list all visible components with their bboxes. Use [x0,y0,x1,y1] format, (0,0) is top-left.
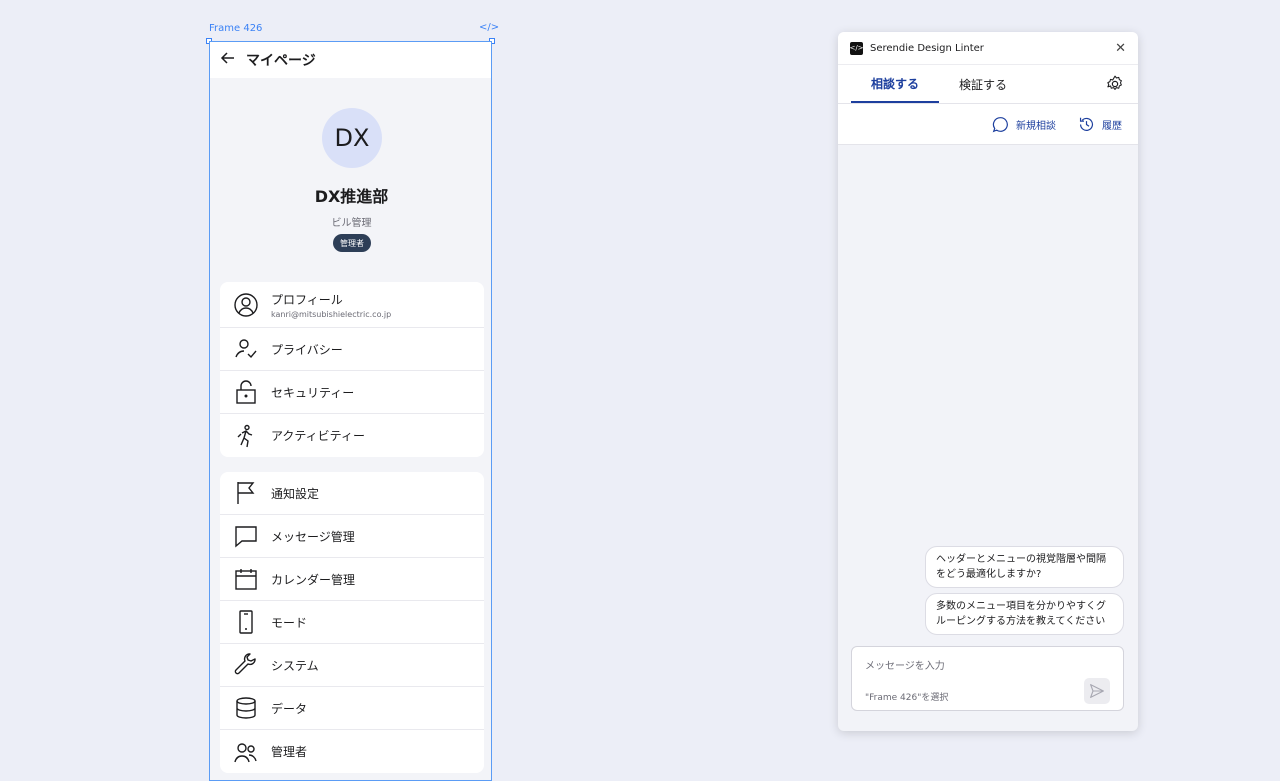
chat-bubble-icon [992,116,1008,132]
plugin-header: </> Serendie Design Linter ✕ [838,32,1138,65]
action-bar: 新規相談 履歴 [838,104,1138,145]
menu-label: データ [271,701,308,716]
back-arrow-icon[interactable] [220,50,236,71]
message-input-placeholder: メッセージを入力 [865,661,945,672]
menu-item-security[interactable]: セキュリティー [220,371,484,414]
tab-verify[interactable]: 検証する [939,65,1027,103]
menu-sublabel-email: kanri@mitsubishielectric.co.jp [271,309,392,319]
users-icon [233,739,259,765]
menu-item-notifications[interactable]: 通知設定 [220,472,484,515]
menu-item-profile[interactable]: プロフィール kanri@mitsubishielectric.co.jp [220,282,484,328]
menu-label: 通知設定 [271,486,320,501]
send-icon [1090,684,1104,698]
phone-icon [233,609,259,635]
running-icon [233,423,259,449]
menu-label: モード [271,615,308,630]
new-consult-button[interactable]: 新規相談 [992,116,1056,133]
menu-item-privacy[interactable]: プライバシー [220,328,484,371]
plugin-logo-icon: </> [849,41,864,55]
menu-label: 管理者 [271,745,308,759]
menu-item-system[interactable]: システム [220,644,484,687]
role-badge: 管理者 [333,234,371,252]
menu-item-activity[interactable]: アクティビティー [220,414,484,457]
menu-label: プライバシー [271,342,343,357]
tab-consult[interactable]: 相談する [851,65,940,103]
history-label: 履歴 [1102,120,1122,132]
menu-label: プロフィール [271,292,343,307]
menu-item-mode[interactable]: モード [220,601,484,644]
database-icon [233,695,259,721]
menu-item-calendar[interactable]: カレンダー管理 [220,558,484,601]
avatar: DX [322,108,382,168]
calendar-icon [233,566,259,592]
history-button[interactable]: 履歴 [1078,116,1122,133]
flag-icon [233,480,259,506]
lock-open-icon [233,379,259,405]
message-input[interactable]: メッセージを入力 "Frame 426"を選択 [851,646,1124,711]
frame-label[interactable]: Frame 426 [209,23,262,34]
menu-item-messages[interactable]: メッセージ管理 [220,515,484,558]
suggestion-chip[interactable]: 多数のメニュー項目を分かりやすくグルーピングする方法を教えてください [925,593,1124,635]
user-circle-icon [233,292,259,318]
person-check-icon [233,336,259,362]
chat-icon [233,523,259,549]
plugin-name: Serendie Design Linter [870,42,984,54]
page-title: マイページ [246,53,316,69]
org-subtitle: ビル管理 [331,218,372,229]
new-consult-label: 新規相談 [1016,120,1056,132]
menu-group-account: プロフィール kanri@mitsubishielectric.co.jp プラ… [220,282,484,457]
menu-label: メッセージ管理 [271,529,355,544]
menu-label: システム [271,658,319,673]
selected-frame[interactable]: マイページ DX DX推進部 ビル管理 管理者 プロフィール kanri@mit… [209,41,492,781]
code-tag-icon[interactable]: </> [479,22,499,33]
menu-label: アクティビティー [271,429,365,443]
selection-context: "Frame 426"を選択 [865,693,949,703]
plugin-panel: </> Serendie Design Linter ✕ 相談する 検証する 新… [838,32,1138,731]
menu-item-admin[interactable]: 管理者 [220,730,484,773]
menu-label: カレンダー管理 [271,572,356,587]
close-icon[interactable]: ✕ [1115,41,1126,56]
history-icon [1079,117,1094,131]
menu-item-data[interactable]: データ [220,687,484,730]
tab-bar: 相談する 検証する [838,65,1138,104]
frame-header: マイページ [210,42,491,78]
wrench-icon [233,652,259,678]
org-name: DX推進部 [314,187,389,206]
send-button[interactable] [1084,678,1110,704]
gear-icon[interactable] [1106,75,1124,93]
menu-label: セキュリティー [271,385,355,400]
suggestion-chip[interactable]: ヘッダーとメニューの視覚階層や間隔をどう最適化しますか? [925,546,1124,588]
menu-group-settings: 通知設定 メッセージ管理 カレンダー管理 モード システム データ 管理者 [220,472,484,773]
